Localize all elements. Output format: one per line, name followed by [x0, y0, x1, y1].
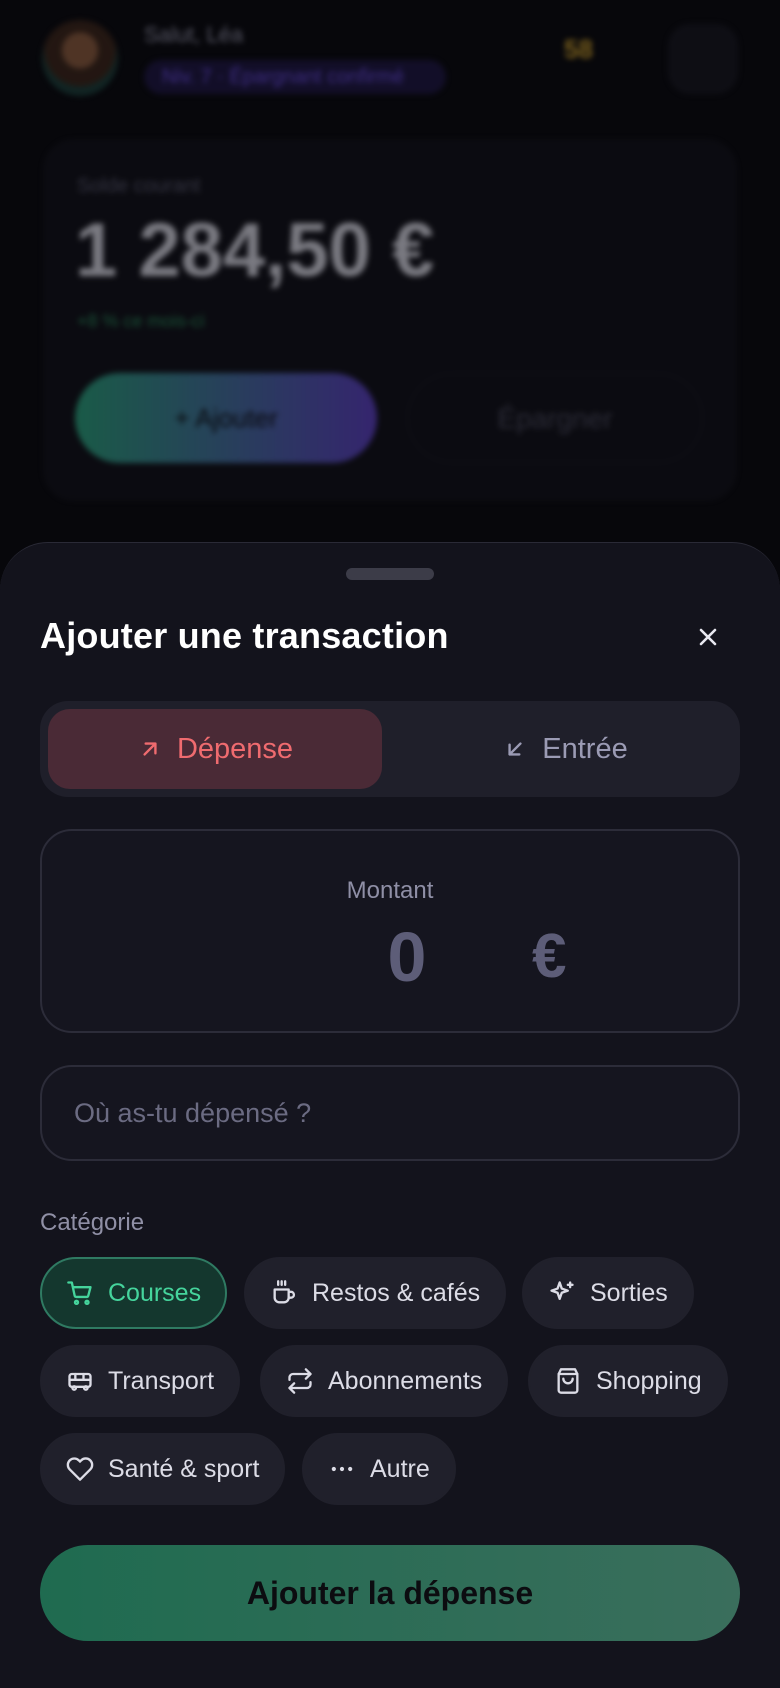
- category-chip-label: Restos & cafés: [312, 1278, 481, 1307]
- close-button[interactable]: [686, 615, 730, 659]
- background-save-button: Épargner: [407, 373, 703, 463]
- balance-label: Solde courant: [77, 175, 201, 197]
- category-chip-shopping[interactable]: Shopping: [528, 1345, 728, 1417]
- amount-label: Montant: [346, 877, 434, 904]
- category-chip-label: Transport: [108, 1366, 215, 1395]
- category-chip-label: Abonnements: [328, 1366, 483, 1395]
- sparkles-icon: [550, 1281, 574, 1300]
- amount-currency: €: [532, 922, 567, 991]
- category-chip-courses[interactable]: Courses: [40, 1257, 228, 1329]
- tab-income[interactable]: Entrée: [398, 709, 732, 789]
- category-chip-abonnements[interactable]: Abonnements: [260, 1345, 509, 1417]
- amount-value[interactable]: 0: [342, 917, 472, 997]
- add-expense-button[interactable]: Ajouter la dépense: [40, 1545, 740, 1641]
- sheet-drag-handle[interactable]: [346, 568, 434, 580]
- amount-field[interactable]: Montant 0 €: [40, 829, 740, 1033]
- greeting: Salut, Léa: [144, 22, 244, 47]
- level-badge: Niv. 7 · Épargnant confirmé: [144, 60, 446, 94]
- bus-icon: [68, 1372, 92, 1391]
- add-transaction-sheet: Ajouter une transaction Dépense Entrée M…: [0, 542, 780, 1688]
- place-input[interactable]: [40, 1065, 740, 1161]
- transaction-type-toggle: Dépense Entrée: [40, 701, 740, 797]
- category-chip-restos[interactable]: Restos & cafés: [244, 1257, 507, 1329]
- balance-card: Solde courant 1 284,50 € +8 % ce mois-ci…: [44, 140, 736, 500]
- arrow-down-left-icon: [508, 742, 522, 756]
- close-icon: [699, 628, 717, 646]
- avatar: [42, 20, 118, 96]
- background-add-button: + Ajouter: [75, 373, 377, 463]
- category-chip-label: Courses: [108, 1278, 202, 1307]
- category-chip-label: Autre: [370, 1454, 430, 1483]
- arrow-up-right-icon: [143, 742, 157, 756]
- coffee-icon: [273, 1280, 296, 1304]
- category-chip-sorties[interactable]: Sorties: [522, 1257, 694, 1329]
- background-app: Salut, Léa Niv. 7 · Épargnant confirmé 5…: [0, 0, 780, 560]
- tab-expense-label: Dépense: [176, 732, 294, 765]
- balance-trend: +8 % ce mois-ci: [77, 311, 205, 331]
- more-horizontal-icon: [331, 1466, 353, 1472]
- heart-icon: [66, 1457, 94, 1481]
- category-chip-label: Santé & sport: [108, 1454, 260, 1483]
- settings-button: [668, 24, 738, 94]
- category-chip-sante-sport[interactable]: Santé & sport: [40, 1433, 286, 1505]
- tab-income-label: Entrée: [542, 732, 628, 765]
- background-header: Salut, Léa Niv. 7 · Épargnant confirmé 5…: [42, 20, 742, 100]
- sheet-title: Ajouter une transaction: [40, 615, 449, 656]
- balance-value: 1 284,50 €: [75, 208, 435, 293]
- category-chip-transport[interactable]: Transport: [40, 1345, 241, 1417]
- cart-icon: [67, 1281, 92, 1306]
- category-chip-label: Sorties: [590, 1278, 668, 1307]
- coins-counter: 58: [564, 34, 593, 64]
- shopping-bag-icon: [557, 1368, 579, 1394]
- category-chip-autre[interactable]: Autre: [302, 1433, 456, 1505]
- repeat-icon: [288, 1368, 312, 1394]
- category-label: Catégorie: [40, 1209, 145, 1236]
- tab-expense[interactable]: Dépense: [48, 709, 382, 789]
- category-chip-label: Shopping: [596, 1366, 702, 1395]
